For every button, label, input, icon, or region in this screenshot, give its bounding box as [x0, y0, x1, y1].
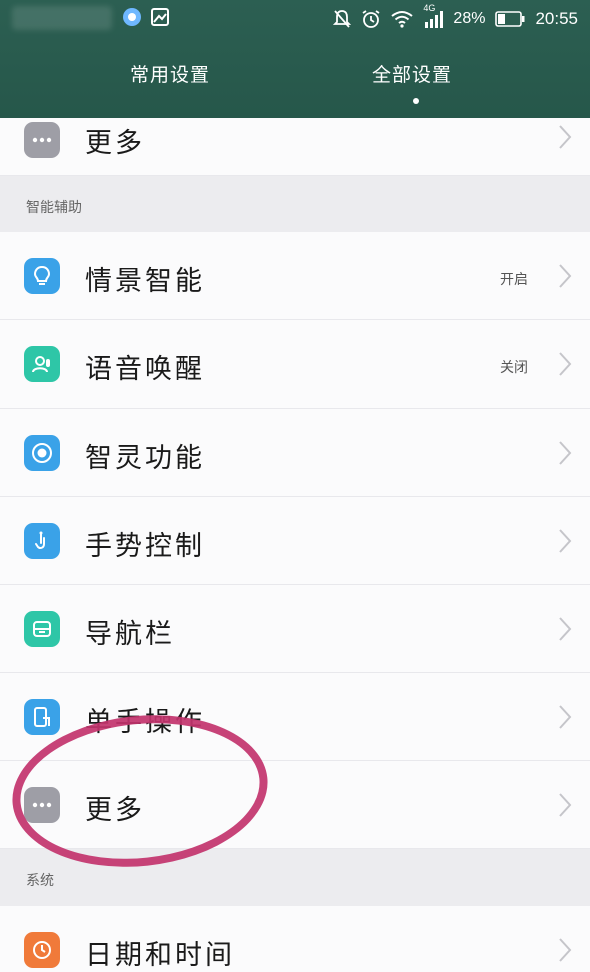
chevron-right-icon	[559, 352, 572, 376]
chevron-right-icon	[559, 125, 572, 149]
chevron-right-icon	[559, 705, 572, 729]
gallery-notification-icon	[151, 8, 169, 26]
settings-row-more-top[interactable]: 更多	[0, 118, 590, 176]
network-type-label: 4G	[423, 3, 436, 13]
settings-row-one-hand-mode[interactable]: 单手操作	[0, 673, 590, 761]
active-tab-indicator	[413, 98, 419, 104]
settings-row-gesture-control[interactable]: 手势控制	[0, 497, 590, 585]
more-icon	[24, 787, 60, 823]
status-bar: 4G 28% 20:55	[0, 0, 590, 38]
mute-icon	[333, 10, 352, 28]
chevron-right-icon	[559, 617, 572, 641]
clock-time: 20:55	[535, 9, 578, 28]
more-icon	[24, 122, 60, 158]
settings-tabs: 常用设置 全部设置	[0, 58, 590, 108]
chevron-right-icon	[559, 793, 572, 817]
lightbulb-icon	[24, 258, 60, 294]
row-label: 智灵功能	[85, 443, 205, 474]
tab-common-settings[interactable]: 常用设置	[130, 60, 210, 87]
status-icons: 4G 28% 20:55	[333, 3, 578, 32]
row-status-value: 开启	[500, 272, 528, 288]
battery-icon	[495, 11, 525, 27]
row-label: 更多	[85, 795, 145, 826]
settings-row-date-time[interactable]: 日期和时间	[0, 906, 590, 972]
wifi-icon	[391, 11, 414, 28]
chevron-right-icon	[559, 441, 572, 465]
row-label: 手势控制	[85, 531, 205, 562]
section-title: 智能辅助	[26, 200, 82, 216]
section-header-smart-assist: 智能辅助	[0, 176, 590, 232]
row-label: 导航栏	[85, 619, 175, 650]
notification-app-icon	[123, 8, 141, 26]
tab-all-settings[interactable]: 全部设置	[372, 60, 452, 87]
top-header: 4G 28% 20:55 常用设置 全部设置	[0, 0, 590, 118]
section-title: 系统	[26, 873, 54, 889]
alarm-icon	[362, 10, 380, 28]
chevron-right-icon	[559, 938, 572, 962]
blurred-notification	[12, 6, 112, 30]
section-header-system: 系统	[0, 849, 590, 906]
settings-row-more[interactable]: 更多	[0, 761, 590, 849]
chevron-right-icon	[559, 264, 572, 288]
navigation-bar-icon	[24, 611, 60, 647]
settings-row-voice-wake[interactable]: 语音唤醒 关闭	[0, 320, 590, 409]
chevron-right-icon	[559, 529, 572, 553]
voice-wake-icon	[24, 346, 60, 382]
settings-row-smart-assistant[interactable]: 智灵功能	[0, 409, 590, 497]
settings-row-navigation-bar[interactable]: 导航栏	[0, 585, 590, 673]
row-status-value: 关闭	[500, 360, 528, 376]
row-label: 单手操作	[85, 707, 205, 738]
settings-row-scene-intelligence[interactable]: 情景智能 开启	[0, 232, 590, 320]
row-label: 更多	[85, 128, 145, 159]
row-label: 语音唤醒	[85, 354, 205, 385]
row-label: 日期和时间	[85, 940, 235, 971]
clock-icon	[24, 932, 60, 968]
gesture-icon	[24, 523, 60, 559]
smart-assistant-icon	[24, 435, 60, 471]
one-hand-icon	[24, 699, 60, 735]
battery-percentage: 28%	[453, 10, 486, 27]
row-label: 情景智能	[85, 266, 205, 297]
